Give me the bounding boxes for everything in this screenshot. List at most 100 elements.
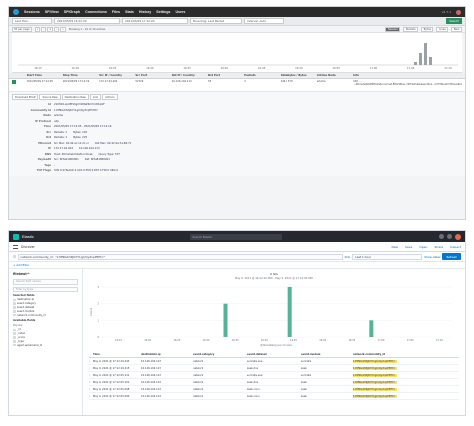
- breadcrumb[interactable]: Discover: [21, 245, 35, 249]
- nav-users[interactable]: Users: [175, 10, 185, 14]
- view-bars-button[interactable]: Bars: [451, 26, 462, 32]
- saved-query-icon[interactable]: [13, 255, 16, 258]
- col-community-id[interactable]: network.community_id: [353, 353, 459, 356]
- page-next-button[interactable]: ›: [54, 26, 60, 32]
- nav-sessions[interactable]: Sessions: [24, 10, 40, 14]
- session-row[interactable]: 2021/05/09 17:12:05 2021/05/09 17:12:19 …: [9, 79, 465, 92]
- actions-button[interactable]: Actions: [102, 94, 118, 100]
- col-bytes[interactable]: Databytes / Bytes: [281, 74, 317, 77]
- histogram-bar[interactable]: [223, 303, 228, 337]
- download-pcap-button[interactable]: Download PCAP: [12, 94, 39, 100]
- histogram-bar[interactable]: [369, 320, 374, 337]
- owl-logo-icon[interactable]: [13, 9, 19, 15]
- table-row[interactable]: › May 9, 2021 @ 17:12:19.443 10.126.104.11…: [89, 358, 459, 365]
- save-link[interactable]: Save: [405, 245, 412, 249]
- histogram-bar[interactable]: [419, 53, 422, 65]
- histogram-tick-label: 17:10: [444, 66, 452, 70]
- source-raw-button[interactable]: Source Raw: [39, 94, 61, 100]
- open-link[interactable]: Open: [419, 245, 427, 249]
- doc-event-category: network: [193, 359, 204, 363]
- histogram-bar[interactable]: [424, 43, 427, 65]
- col-dst-ip[interactable]: Dst IP / Country: [172, 74, 208, 77]
- filter-by-type-button[interactable]: Filter by type: [13, 286, 78, 292]
- query-language-toggle[interactable]: KQL: [345, 255, 351, 259]
- notifications-icon[interactable]: [447, 234, 452, 239]
- session-dst-ip[interactable]: 10.126.104.113: [172, 80, 208, 83]
- col-info[interactable]: Info: [353, 74, 462, 77]
- histogram-bar[interactable]: [429, 57, 432, 65]
- col-src-ip[interactable]: Src IP / Country: [99, 74, 135, 77]
- table-row[interactable]: › May 9, 2021 @ 17:12:19.415 10.126.104.11…: [89, 365, 459, 372]
- help-icon[interactable]: [439, 234, 444, 239]
- table-row[interactable]: › May 9, 2021 @ 17:12:05.111 10.126.104.11…: [89, 372, 459, 379]
- page-current[interactable]: 1: [47, 26, 54, 32]
- search-button[interactable]: Search: [446, 18, 462, 24]
- session-src-ip[interactable]: 172.17.44.204: [99, 80, 135, 83]
- table-row[interactable]: › May 9, 2021 @ 17:12:05.090 10.126.104.11…: [89, 393, 459, 400]
- new-link[interactable]: New: [391, 245, 398, 249]
- session-histogram[interactable]: 16:15 16:20 16:25 16:30 16:35 16:40 16:45 16:50…: [12, 33, 462, 73]
- date-picker[interactable]: Last 1 hour: [352, 253, 423, 260]
- nav-files[interactable]: Files: [112, 10, 120, 14]
- refresh-button[interactable]: Refresh: [442, 253, 461, 260]
- start-time-input[interactable]: 2021/05/09 16:12:20: [54, 18, 120, 24]
- col-event-dataset[interactable]: event.dataset: [247, 353, 301, 356]
- view-lines-button[interactable]: Lines: [436, 26, 449, 32]
- show-dates-link[interactable]: Show dates: [424, 255, 440, 259]
- col-destination-ip[interactable]: destination.ip: [141, 353, 193, 356]
- search-field-names-input[interactable]: Search field names: [13, 279, 78, 285]
- nav-spigraph[interactable]: SPIGraph: [64, 10, 80, 14]
- user-avatar[interactable]: [455, 233, 461, 240]
- col-event-module[interactable]: event.module: [301, 353, 353, 356]
- histogram-bar[interactable]: [414, 62, 417, 65]
- add-filter-link[interactable]: + Add filter: [13, 263, 29, 267]
- session-info[interactable]: URI: ... ...2DmshsblODRF.bbs8.unmnet.EWv…: [353, 80, 462, 86]
- col-stop-time[interactable]: Stop Time: [63, 74, 99, 77]
- col-packets[interactable]: Packets: [244, 74, 280, 77]
- destination-raw-button[interactable]: Destination Raw: [61, 94, 89, 100]
- histogram-bar[interactable]: [287, 287, 292, 337]
- available-field[interactable]: agent.ephemeral_id: [13, 343, 78, 347]
- global-search-input[interactable]: Search Elastic: [190, 233, 283, 240]
- view-packets-button[interactable]: Packets: [403, 26, 419, 32]
- col-src-port[interactable]: Src Port: [135, 74, 171, 77]
- col-node[interactable]: Arkime Node: [317, 74, 353, 77]
- view-bytes-button[interactable]: Bytes: [421, 26, 434, 32]
- session-src-port[interactable]: 52729: [135, 80, 171, 83]
- expand-session-icon[interactable]: [12, 80, 16, 84]
- share-link[interactable]: Share: [434, 245, 443, 249]
- selected-field[interactable]: network.community_id: [13, 313, 78, 317]
- interval-select[interactable]: Interval: Auto: [244, 18, 284, 24]
- nav-stats[interactable]: Stats: [125, 10, 134, 14]
- nav-settings[interactable]: Settings: [156, 10, 170, 14]
- menu-icon[interactable]: [13, 244, 18, 249]
- nav-connections[interactable]: Connections: [85, 10, 107, 14]
- index-pattern-select[interactable]: filebeat-*: [13, 272, 78, 276]
- table-row[interactable]: › May 9, 2021 @ 17:12:05.098 10.126.104.11…: [89, 386, 459, 393]
- nav-spiview[interactable]: SPIView: [45, 10, 59, 14]
- session-detail: Download PCAP Source Raw Destination Raw…: [9, 92, 465, 176]
- help-icon[interactable]: [456, 9, 461, 15]
- col-event-category[interactable]: event.category: [193, 353, 247, 356]
- bounding-select[interactable]: Bounding: Last Packet: [190, 18, 242, 24]
- page-last-button[interactable]: »: [60, 26, 66, 32]
- session-node[interactable]: arkime: [317, 80, 353, 83]
- histogram-x-tick: 16:15: [115, 339, 122, 342]
- query-input[interactable]: network.community_id : "1:Mf9GdrtZjKrtY1…: [17, 253, 343, 260]
- session-dst-port[interactable]: 53: [208, 80, 244, 83]
- time-range-select[interactable]: Last Hour: [12, 18, 52, 24]
- view-session-button[interactable]: Session: [385, 26, 401, 32]
- link-button[interactable]: Link: [89, 94, 102, 100]
- discover-histogram[interactable]: Count 0 1 2 3 16:15 16:20 16:25 16:30 16:35 16:40 1…: [89, 283, 459, 347]
- table-row[interactable]: › May 9, 2021 @ 17:12:05.101 10.126.104.11…: [89, 379, 459, 386]
- page-first-button[interactable]: «: [34, 26, 41, 32]
- page-prev-button[interactable]: ‹: [41, 26, 47, 32]
- col-start-time[interactable]: Start Time: [27, 74, 63, 77]
- per-page-select[interactable]: 50 per page: [12, 26, 32, 32]
- nav-history[interactable]: History: [139, 10, 151, 14]
- col-dst-port[interactable]: Dst Port: [208, 74, 244, 77]
- elastic-logo-icon[interactable]: [13, 233, 19, 240]
- col-time[interactable]: Time: [93, 353, 141, 356]
- end-time-input[interactable]: 2021/05/09 17:12:20: [122, 18, 188, 24]
- inspect-link[interactable]: Inspect: [450, 245, 461, 249]
